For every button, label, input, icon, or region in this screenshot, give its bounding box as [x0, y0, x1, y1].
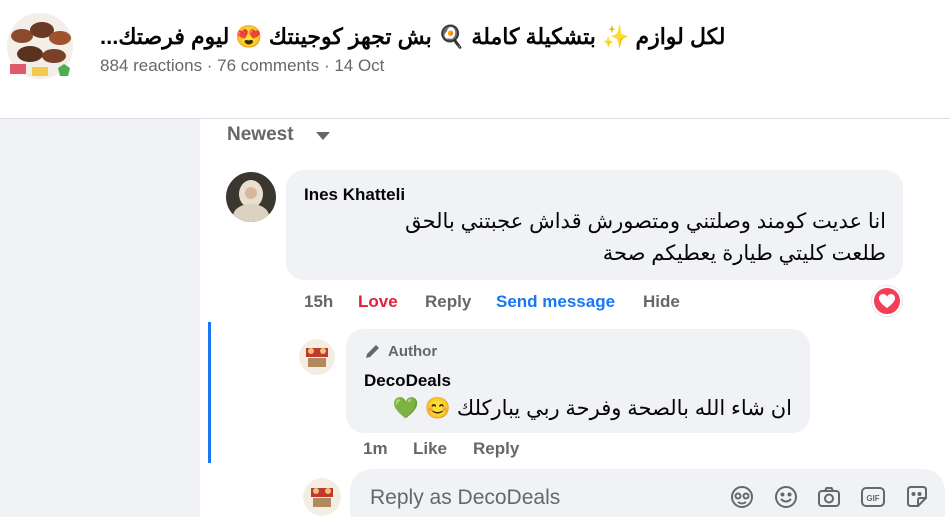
camera-icon[interactable] — [816, 484, 842, 510]
emoji-icon[interactable] — [773, 484, 799, 510]
avatar — [303, 478, 341, 516]
sticker-icon[interactable] — [904, 484, 930, 510]
post-title[interactable]: لكل لوازم ✨ بتشكيلة كاملة 🍳 بش تجهز كوجي… — [100, 24, 800, 50]
love-button[interactable]: Love — [358, 292, 398, 312]
hide-button[interactable]: Hide — [643, 292, 680, 312]
post-meta: 884 reactions · 76 comments · 14 Oct — [100, 56, 385, 75]
reply-text: ان شاء الله بالصحة وفرحة ربي يباركلك 😊 💚 — [392, 397, 792, 420]
left-gutter — [0, 118, 200, 517]
reply-author[interactable]: DecoDeals — [364, 371, 451, 391]
reply-time[interactable]: 1m — [363, 439, 388, 459]
avatar[interactable] — [299, 339, 335, 375]
svg-text:GIF: GIF — [866, 494, 879, 503]
heart-icon[interactable] — [872, 286, 902, 316]
gif-icon[interactable]: GIF — [860, 484, 886, 510]
like-button[interactable]: Like — [413, 439, 447, 459]
pencil-icon — [364, 342, 382, 360]
avatar-sticker-icon[interactable] — [729, 484, 755, 510]
reply-button[interactable]: Reply — [425, 292, 471, 312]
page-thumbnail[interactable] — [2, 12, 78, 80]
send-message-button[interactable]: Send message — [496, 292, 615, 312]
sort-dropdown[interactable]: Newest — [227, 124, 294, 146]
comment-time[interactable]: 15h — [304, 292, 333, 312]
reply-input-placeholder[interactable]: Reply as DecoDeals — [370, 486, 560, 510]
comment-author[interactable]: Ines Khatteli — [304, 185, 405, 205]
avatar[interactable] — [226, 172, 276, 222]
reply-reply-button[interactable]: Reply — [473, 439, 519, 459]
chevron-down-icon[interactable] — [316, 132, 330, 140]
post-header: لكل لوازم ✨ بتشكيلة كاملة 🍳 بش تجهز كوجي… — [0, 0, 950, 118]
comment-text-line2: طلعت كليتي طيارة يعطيكم صحة — [602, 242, 886, 265]
author-badge: Author — [388, 343, 438, 360]
comment-text-line1: انا عديت كومند وصلتني ومتصورش قداش عجبتن… — [405, 210, 886, 233]
thread-line — [208, 322, 211, 463]
